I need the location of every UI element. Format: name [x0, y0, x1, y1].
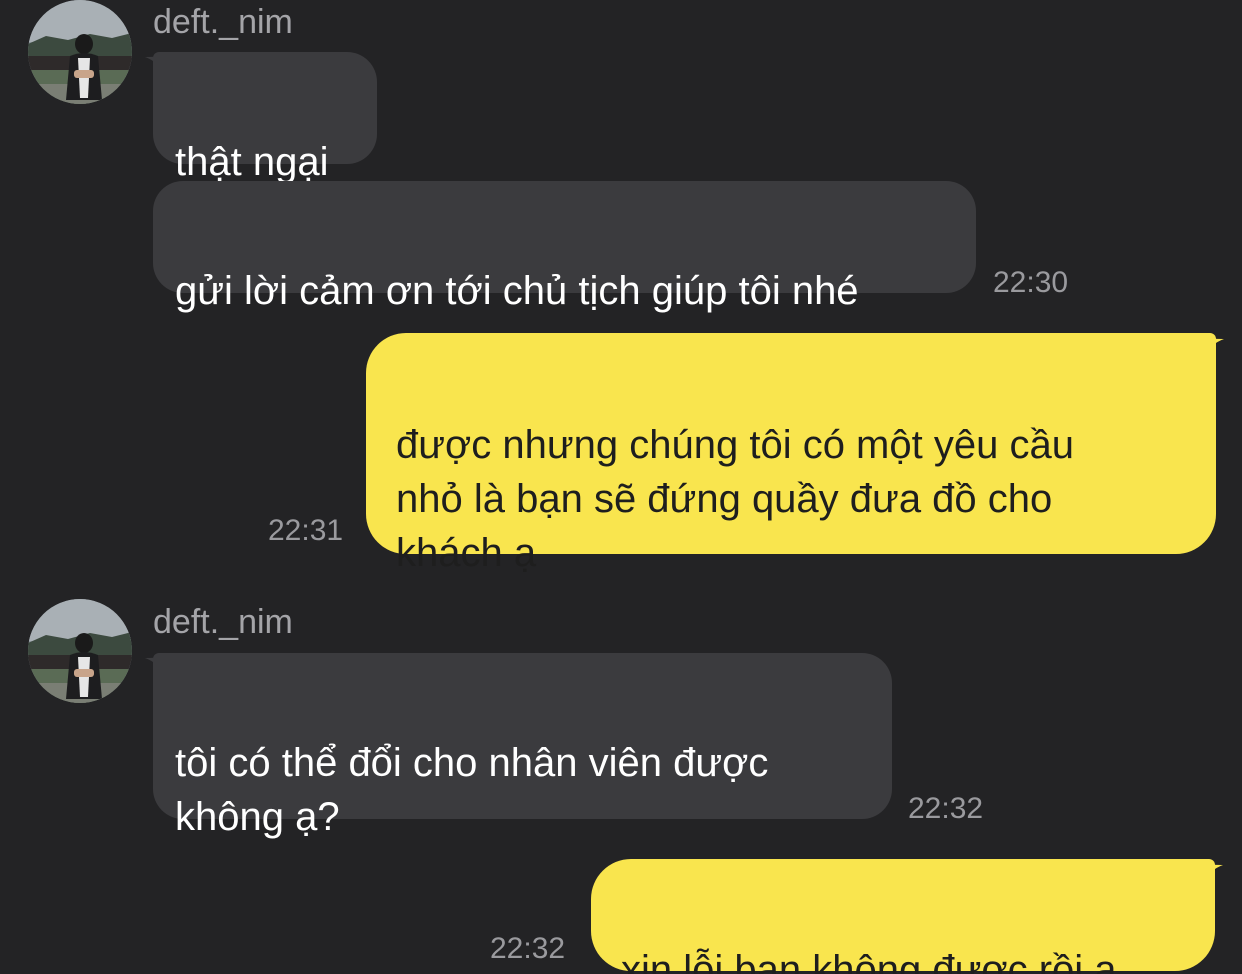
message-text: xin lỗi bạn không được rồi ạ [621, 948, 1117, 974]
message-text: gửi lời cảm ơn tới chủ tịch giúp tôi nhé [175, 269, 859, 313]
sender-name: deft._nim [153, 603, 293, 641]
sender-avatar[interactable] [28, 599, 132, 703]
bubble-tail [1199, 863, 1223, 885]
message-bubble-outgoing[interactable]: được nhưng chúng tôi có một yêu cầu nhỏ … [366, 333, 1216, 575]
message-text: tôi có thể đổi cho nhân viên được không … [175, 741, 769, 839]
message-timestamp: 22:31 [268, 514, 344, 547]
message-timestamp: 22:32 [908, 792, 984, 825]
sender-name: deft._nim [153, 3, 293, 41]
message-timestamp: 22:32 [490, 932, 566, 965]
message-text: được nhưng chúng tôi có một yêu cầu nhỏ … [396, 423, 1074, 575]
message-timestamp: 22:30 [993, 266, 1069, 299]
chat-thread: deft._nim thật ngại gửi lời cảm ơn tới c… [0, 0, 1242, 974]
message-bubble-incoming[interactable]: tôi có thể đổi cho nhân viên được không … [153, 653, 892, 839]
message-bubble-outgoing[interactable]: xin lỗi bạn không được rồi ạ [591, 859, 1215, 974]
message-bubble-incoming[interactable]: gửi lời cảm ơn tới chủ tịch giúp tôi nhé [153, 181, 976, 313]
message-text: thật ngại [175, 140, 329, 184]
sender-avatar[interactable] [28, 0, 132, 104]
bubble-tail [1200, 337, 1224, 359]
profile-photo-avatar-icon [28, 599, 132, 703]
message-bubble-incoming[interactable]: thật ngại [153, 52, 377, 184]
profile-photo-avatar-icon [28, 0, 132, 104]
